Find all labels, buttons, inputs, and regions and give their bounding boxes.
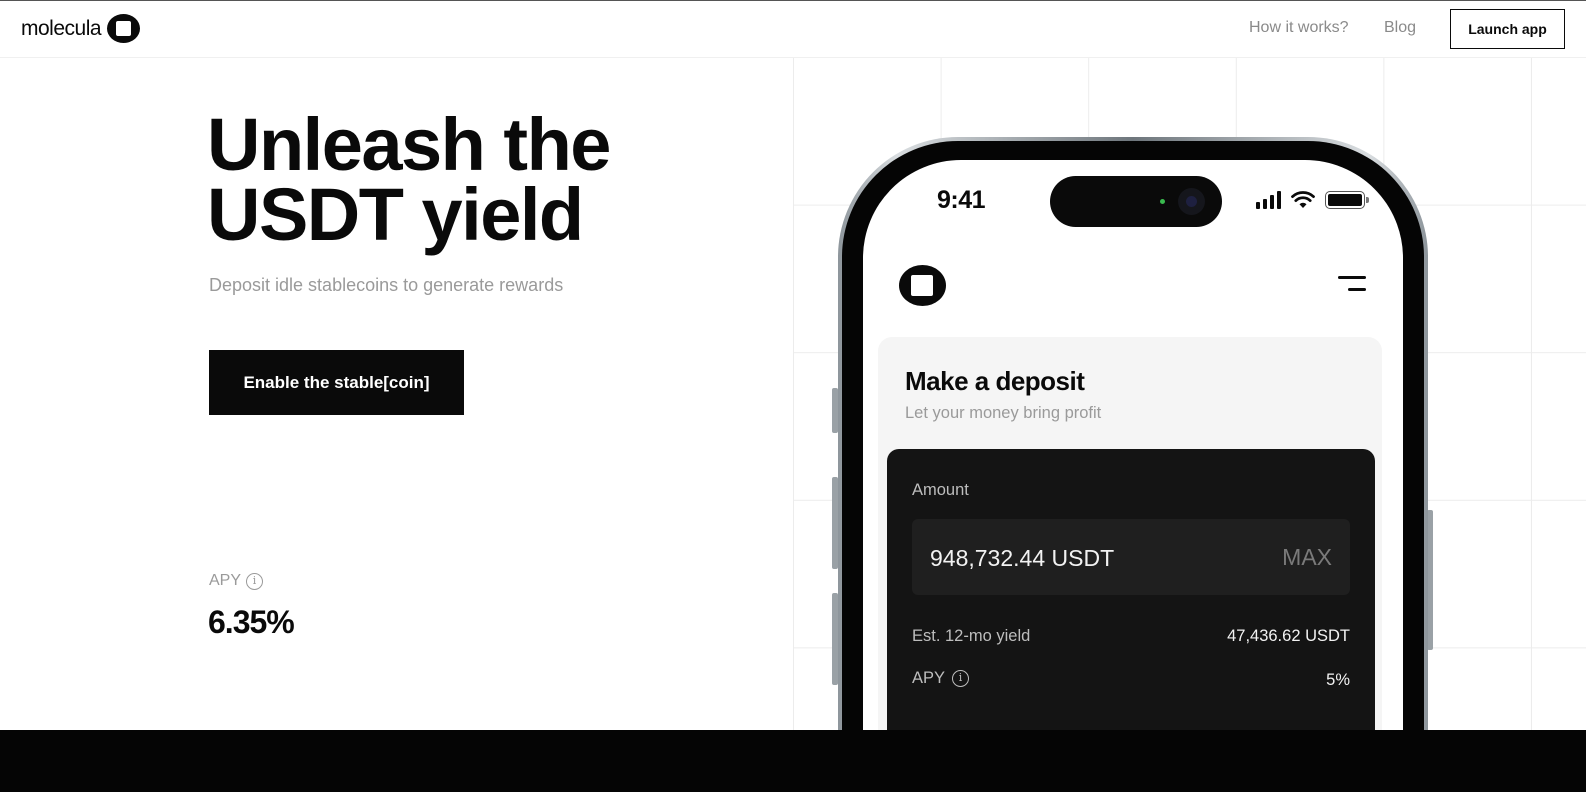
deposit-subtitle: Let your money bring profit <box>905 404 1102 422</box>
status-icons <box>1256 191 1369 209</box>
hamburger-menu-icon[interactable] <box>1336 276 1366 294</box>
amount-label: Amount <box>912 481 969 499</box>
privacy-indicator-dot <box>1160 199 1165 204</box>
deposit-card: Make a deposit Let your money bring prof… <box>878 337 1382 769</box>
brand-logo[interactable]: molecula <box>21 14 141 43</box>
brand-name: molecula <box>21 16 102 40</box>
cellular-signal-icon <box>1256 191 1281 209</box>
phone-screen: 9:41 Make a deposit Let your money bring… <box>863 160 1403 777</box>
nav-blog-link[interactable]: Blog <box>1384 19 1416 37</box>
hero-title: Unleash the USDT yield <box>207 103 727 256</box>
info-icon[interactable]: i <box>952 670 970 687</box>
site-header: molecula How it works? Blog Launch app <box>0 1 1586 58</box>
apy-label: APY i <box>209 572 264 590</box>
status-time: 9:41 <box>937 186 986 214</box>
amount-value: 948,732.44 USDT <box>930 545 1115 571</box>
phone-apy-value: 5% <box>1326 671 1350 689</box>
phone-bezel: 9:41 Make a deposit Let your money bring… <box>842 141 1424 777</box>
camera-icon <box>1178 188 1205 215</box>
enable-stablecoin-button[interactable]: Enable the stable[coin] <box>209 350 464 415</box>
deposit-title: Make a deposit <box>905 366 1085 396</box>
info-icon[interactable]: i <box>246 572 264 590</box>
yield-label: Est. 12-mo yield <box>912 627 1031 645</box>
app-logo-icon[interactable] <box>899 265 946 306</box>
hero-title-line-2: USDT yield <box>207 173 584 256</box>
footer-dark-band <box>0 730 1586 792</box>
apy-label-text: APY <box>209 572 242 589</box>
phone-apy-label-text: APY <box>912 669 946 687</box>
molecula-logo-icon <box>107 14 141 43</box>
apy-value: 6.35% <box>208 604 295 640</box>
amount-panel: Amount 948,732.44 USDT MAX Est. 12-mo yi… <box>887 449 1375 769</box>
nav-how-it-works-link[interactable]: How it works? <box>1249 19 1349 37</box>
amount-input[interactable]: 948,732.44 USDT MAX <box>912 519 1350 595</box>
phone-apy-label: APY i <box>912 669 970 688</box>
hero-subtitle: Deposit idle stablecoins to generate rew… <box>209 275 564 295</box>
launch-app-button[interactable]: Launch app <box>1450 9 1565 49</box>
dynamic-island <box>1050 176 1222 227</box>
battery-icon <box>1325 191 1369 209</box>
hero-title-line-1: Unleash the <box>207 103 611 186</box>
yield-value: 47,436.62 USDT <box>1227 627 1350 645</box>
phone-mockup: 9:41 Make a deposit Let your money bring… <box>838 137 1428 777</box>
wifi-icon <box>1291 191 1315 208</box>
max-button[interactable]: MAX <box>1282 544 1332 571</box>
